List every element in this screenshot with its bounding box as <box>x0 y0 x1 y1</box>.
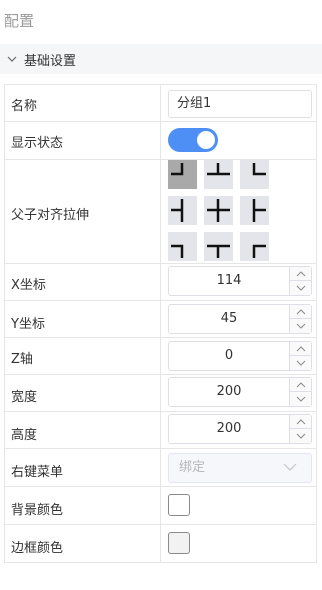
align-middle-center[interactable] <box>204 196 233 225</box>
chevron-down-icon <box>7 56 17 62</box>
corner-bottom-right-icon <box>252 244 266 258</box>
row-z: Z轴 0 <box>4 338 317 375</box>
row-width: 宽度 200 <box>4 375 317 412</box>
corner-bottom-left-icon <box>171 244 184 258</box>
border-color-swatch[interactable] <box>168 532 190 554</box>
panel-title: 配置 <box>4 12 35 30</box>
row-border-color: 边框颜色 <box>4 525 317 563</box>
row-height: 高度 200 <box>4 412 317 449</box>
width-value: 200 <box>216 384 242 399</box>
x-value: 114 <box>216 273 242 288</box>
chevron-up-icon <box>296 418 305 424</box>
align-top-left[interactable] <box>168 160 197 189</box>
cross-icon <box>207 199 230 222</box>
display-state-toggle[interactable] <box>168 128 218 152</box>
align-bottom-right[interactable] <box>240 232 269 261</box>
x-increment[interactable] <box>289 267 311 281</box>
align-top-right[interactable] <box>240 160 269 189</box>
name-input[interactable]: 分组1 <box>168 90 312 118</box>
corner-top-left-icon <box>171 163 184 176</box>
y-input[interactable]: 45 <box>168 304 312 334</box>
chevron-up-icon <box>296 308 305 314</box>
align-middle-left[interactable] <box>168 196 197 225</box>
tee-up-icon <box>207 163 230 176</box>
width-label: 宽度 <box>11 390 38 405</box>
height-increment[interactable] <box>289 415 311 429</box>
x-decrement[interactable] <box>289 281 311 295</box>
chevron-down-icon <box>296 360 305 366</box>
width-input[interactable]: 200 <box>168 377 312 407</box>
tee-down-icon <box>207 244 230 258</box>
z-increment[interactable] <box>289 342 311 356</box>
y-increment[interactable] <box>289 305 311 319</box>
border-color-label: 边框颜色 <box>11 541 64 556</box>
corner-top-right-icon <box>252 163 266 176</box>
chevron-down-icon <box>296 396 305 402</box>
align-top-center[interactable] <box>204 160 233 189</box>
x-input[interactable]: 114 <box>168 266 312 296</box>
row-display-state: 显示状态 <box>4 122 317 160</box>
bg-color-swatch[interactable] <box>168 494 190 516</box>
y-decrement[interactable] <box>289 319 311 333</box>
height-value: 200 <box>216 421 242 436</box>
chevron-down-icon <box>283 463 297 471</box>
width-increment[interactable] <box>289 378 311 392</box>
context-menu-placeholder: 绑定 <box>179 460 206 475</box>
y-label: Y坐标 <box>11 317 45 332</box>
height-decrement[interactable] <box>289 429 311 443</box>
chevron-up-icon <box>296 381 305 387</box>
tee-left-icon <box>171 199 184 222</box>
height-label: 高度 <box>11 428 38 443</box>
z-decrement[interactable] <box>289 356 311 370</box>
tee-right-icon <box>252 199 266 222</box>
x-label: X坐标 <box>11 278 46 293</box>
row-bg-color: 背景颜色 <box>4 487 317 525</box>
bg-color-label: 背景颜色 <box>11 503 64 518</box>
z-value: 0 <box>224 348 234 363</box>
chevron-down-icon <box>296 285 305 291</box>
y-value: 45 <box>220 311 238 326</box>
row-name: 名称 分组1 <box>4 84 317 122</box>
height-input[interactable]: 200 <box>168 414 312 444</box>
align-middle-right[interactable] <box>240 196 269 225</box>
z-input[interactable]: 0 <box>168 341 312 371</box>
width-decrement[interactable] <box>289 392 311 406</box>
chevron-down-icon <box>296 323 305 329</box>
row-y: Y坐标 45 <box>4 301 317 338</box>
chevron-down-icon <box>296 433 305 439</box>
stretch-label: 父子对齐拉伸 <box>11 208 90 223</box>
context-menu-select[interactable]: 绑定 <box>168 453 312 483</box>
display-state-label: 显示状态 <box>11 136 64 151</box>
section-title: 基础设置 <box>24 53 77 69</box>
section-header-basic[interactable]: 基础设置 <box>0 44 322 74</box>
align-bottom-left[interactable] <box>168 232 197 261</box>
toggle-knob <box>197 131 215 149</box>
align-bottom-center[interactable] <box>204 232 233 261</box>
context-menu-label: 右键菜单 <box>11 465 64 480</box>
row-x: X坐标 114 <box>4 264 317 301</box>
chevron-up-icon <box>296 345 305 351</box>
z-label: Z轴 <box>11 352 33 367</box>
row-stretch: 父子对齐拉伸 <box>4 160 317 264</box>
name-label: 名称 <box>11 99 38 114</box>
row-context-menu: 右键菜单 绑定 <box>4 449 317 487</box>
chevron-up-icon <box>296 270 305 276</box>
